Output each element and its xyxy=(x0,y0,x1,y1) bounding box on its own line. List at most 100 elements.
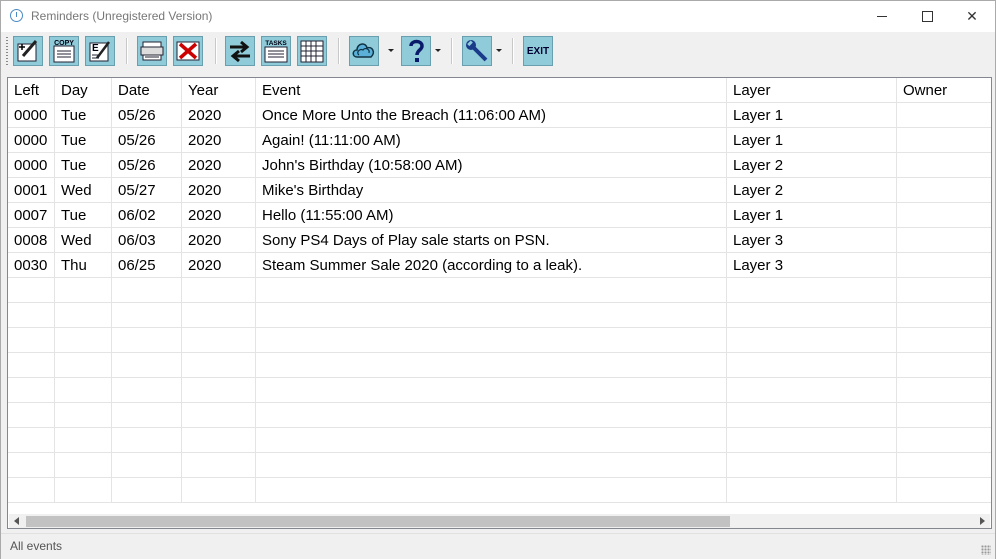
title-bar[interactable]: Reminders (Unregistered Version) ✕ xyxy=(1,1,995,32)
cell-event xyxy=(256,378,727,403)
close-button[interactable]: ✕ xyxy=(949,1,995,32)
toolbar-grip[interactable] xyxy=(6,37,8,65)
cell-left: 0001 xyxy=(8,178,55,203)
cell-event: Once More Unto the Breach (11:06:00 AM) xyxy=(256,103,727,128)
empty-table-row[interactable] xyxy=(8,328,991,353)
table-row[interactable]: 0007 Tue 06/02 2020 Hello (11:55:00 AM) Layer… xyxy=(8,203,991,228)
cell-left: 0000 xyxy=(8,103,55,128)
column-header-day[interactable]: Day xyxy=(55,78,112,103)
cell-date xyxy=(112,278,182,303)
cell-left: 0008 xyxy=(8,228,55,253)
cell-year: 2020 xyxy=(182,128,256,153)
cell-left: 0030 xyxy=(8,253,55,278)
transfer-button[interactable] xyxy=(225,36,255,66)
table-row[interactable]: 0000 Tue 05/26 2020 Again! (11:11:00 AM) Laye… xyxy=(8,128,991,153)
column-header-left[interactable]: Left xyxy=(8,78,55,103)
maximize-icon xyxy=(921,11,933,22)
table-row[interactable]: 0008 Wed 06/03 2020 Sony PS4 Days of Play sa… xyxy=(8,228,991,253)
cell-event: Steam Summer Sale 2020 (according to a l… xyxy=(256,253,727,278)
cell-owner xyxy=(897,103,991,128)
column-header-event[interactable]: Event xyxy=(256,78,727,103)
table-row[interactable]: 0000 Tue 05/26 2020 Once More Unto the Breac… xyxy=(8,103,991,128)
cell-year: 2020 xyxy=(182,253,256,278)
scroll-left-icon[interactable] xyxy=(14,517,19,525)
empty-table-row[interactable] xyxy=(8,428,991,453)
cell-date: 05/26 xyxy=(112,128,182,153)
cell-owner xyxy=(897,278,991,303)
scroll-right-icon[interactable] xyxy=(980,517,985,525)
horizontal-scrollbar[interactable] xyxy=(9,514,990,528)
cell-date xyxy=(112,378,182,403)
delete-x-icon xyxy=(176,41,200,61)
cell-layer xyxy=(727,403,897,428)
cell-year: 2020 xyxy=(182,103,256,128)
cell-layer: Layer 1 xyxy=(727,128,897,153)
help-dropdown-arrow-icon[interactable] xyxy=(435,49,441,52)
cell-layer: Layer 2 xyxy=(727,178,897,203)
tools-dropdown-arrow-icon[interactable] xyxy=(496,49,502,52)
column-header-owner[interactable]: Owner xyxy=(897,78,991,103)
cell-event: Sony PS4 Days of Play sale starts on PSN… xyxy=(256,228,727,253)
cell-year: 2020 xyxy=(182,153,256,178)
tasks-button[interactable]: TASKS xyxy=(261,36,291,66)
cell-day xyxy=(55,453,112,478)
new-reminder-button[interactable] xyxy=(13,36,43,66)
header-row[interactable]: Left Day Date Year Event Layer Owner xyxy=(8,78,991,103)
cell-event xyxy=(256,403,727,428)
calendar-button[interactable] xyxy=(297,36,327,66)
empty-table-row[interactable] xyxy=(8,278,991,303)
cell-date xyxy=(112,353,182,378)
minimize-button[interactable] xyxy=(859,1,905,32)
status-bar: All events xyxy=(1,533,995,559)
cell-year xyxy=(182,303,256,328)
tools-button[interactable] xyxy=(462,36,492,66)
column-header-layer[interactable]: Layer xyxy=(727,78,897,103)
print-button[interactable] xyxy=(137,36,167,66)
cell-owner xyxy=(897,253,991,278)
copy-button[interactable]: COPY xyxy=(49,36,79,66)
cell-owner xyxy=(897,203,991,228)
cell-day: Tue xyxy=(55,103,112,128)
minimize-icon xyxy=(877,16,887,17)
toolbar-separator xyxy=(215,38,217,64)
copy-label: COPY xyxy=(54,40,74,47)
empty-table-row[interactable] xyxy=(8,353,991,378)
column-header-date[interactable]: Date xyxy=(112,78,182,103)
calendar-grid-icon xyxy=(300,40,324,63)
cell-left xyxy=(8,453,55,478)
cell-event: John's Birthday (10:58:00 AM) xyxy=(256,153,727,178)
delete-button[interactable] xyxy=(173,36,203,66)
events-grid[interactable]: Left Day Date Year Event Layer Owner 0000 Tue 05/… xyxy=(7,77,992,529)
empty-table-row[interactable] xyxy=(8,478,991,503)
table-row[interactable]: 0000 Tue 05/26 2020 John's Birthday (10:58:0… xyxy=(8,153,991,178)
empty-table-row[interactable] xyxy=(8,403,991,428)
cell-day xyxy=(55,353,112,378)
cell-left: 0000 xyxy=(8,153,55,178)
cell-day: Tue xyxy=(55,203,112,228)
exit-button[interactable]: EXIT xyxy=(523,36,553,66)
table-row[interactable]: 0001 Wed 05/27 2020 Mike's Birthday Layer 2 xyxy=(8,178,991,203)
cell-layer xyxy=(727,278,897,303)
toolbar-separator xyxy=(126,38,128,64)
empty-table-row[interactable] xyxy=(8,303,991,328)
edit-icon: E xyxy=(89,41,110,62)
resize-grip-icon[interactable] xyxy=(981,545,991,555)
table-row[interactable]: 0030 Thu 06/25 2020 Steam Summer Sale 2020 (… xyxy=(8,253,991,278)
sync-button[interactable] xyxy=(349,36,379,66)
window-title: Reminders (Unregistered Version) xyxy=(31,9,213,23)
edit-button[interactable]: E xyxy=(85,36,115,66)
cell-year: 2020 xyxy=(182,203,256,228)
cell-owner xyxy=(897,453,991,478)
scrollbar-thumb[interactable] xyxy=(26,516,730,527)
cell-day: Thu xyxy=(55,253,112,278)
empty-table-row[interactable] xyxy=(8,453,991,478)
help-button[interactable] xyxy=(401,36,431,66)
cell-owner xyxy=(897,153,991,178)
sync-dropdown-arrow-icon[interactable] xyxy=(388,49,394,52)
toolbar: COPY E TASKS EXIT xyxy=(1,32,995,70)
cell-event: Hello (11:55:00 AM) xyxy=(256,203,727,228)
cell-left xyxy=(8,328,55,353)
maximize-button[interactable] xyxy=(904,1,950,32)
column-header-year[interactable]: Year xyxy=(182,78,256,103)
empty-table-row[interactable] xyxy=(8,378,991,403)
